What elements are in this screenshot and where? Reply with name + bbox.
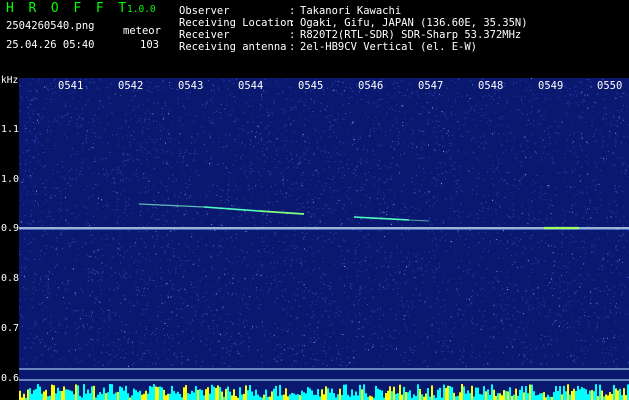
x-tick-label: 0548 [478,80,504,92]
header-panel: H R O F F T 1.0.0 2504260540.png 25.04.2… [0,0,629,78]
info-separator: : [289,29,296,41]
y-tick-label: 0.7 [1,323,20,334]
file-name: 2504260540.png [6,20,95,32]
info-value-antenna: 2el-HB9CV Vertical (el. E-W) [300,41,478,53]
info-separator: : [289,5,296,17]
x-tick-label: 0545 [298,80,324,92]
detection-label: meteor [123,25,161,37]
x-tick-label: 0547 [418,80,444,92]
x-tick-label: 0541 [58,80,84,92]
meteor-trace [203,206,260,212]
y-tick-label: 0.9 [1,223,20,234]
info-separator: : [289,41,296,53]
y-tick-label: 0.8 [1,273,20,284]
app-version: 1.0.0 [127,4,156,15]
x-tick-label: 0549 [538,80,564,92]
y-axis-unit: kHz [1,75,19,86]
detection-count: 103 [140,39,159,51]
x-tick-label: 0550 [597,80,623,92]
spectrogram-canvas [19,78,629,400]
y-tick-label: 1.1 [1,124,20,135]
meteor-trace [258,210,305,215]
x-tick-label: 0543 [178,80,204,92]
info-value-receiver: R820T2(RTL-SDR) SDR-Sharp 53.372MHz [300,29,522,41]
info-label-antenna: Receiving antenna [179,41,287,53]
spectrogram[interactable] [19,78,629,400]
app-title: H R O F F T [6,1,130,16]
y-tick-label: 1.0 [1,174,20,185]
info-label-receiver: Receiver [179,29,230,41]
meteor-trace [138,203,205,208]
info-value-location: Ogaki, Gifu, JAPAN (136.60E, 35.35N) [300,17,528,29]
file-datetime: 25.04.26 05:40 [6,39,95,51]
meteor-trace [408,219,430,222]
x-tick-label: 0546 [358,80,384,92]
info-value-observer: Takanori Kawachi [300,5,402,17]
info-label-observer: Observer [179,5,230,17]
noise-layer [19,78,629,367]
info-separator: : [289,17,296,29]
x-tick-label: 0542 [118,80,144,92]
y-tick-label: 0.6 [1,373,20,384]
info-label-location: Receiving Location [179,17,293,29]
bottom-signal-strip [19,384,629,400]
x-tick-label: 0544 [238,80,264,92]
